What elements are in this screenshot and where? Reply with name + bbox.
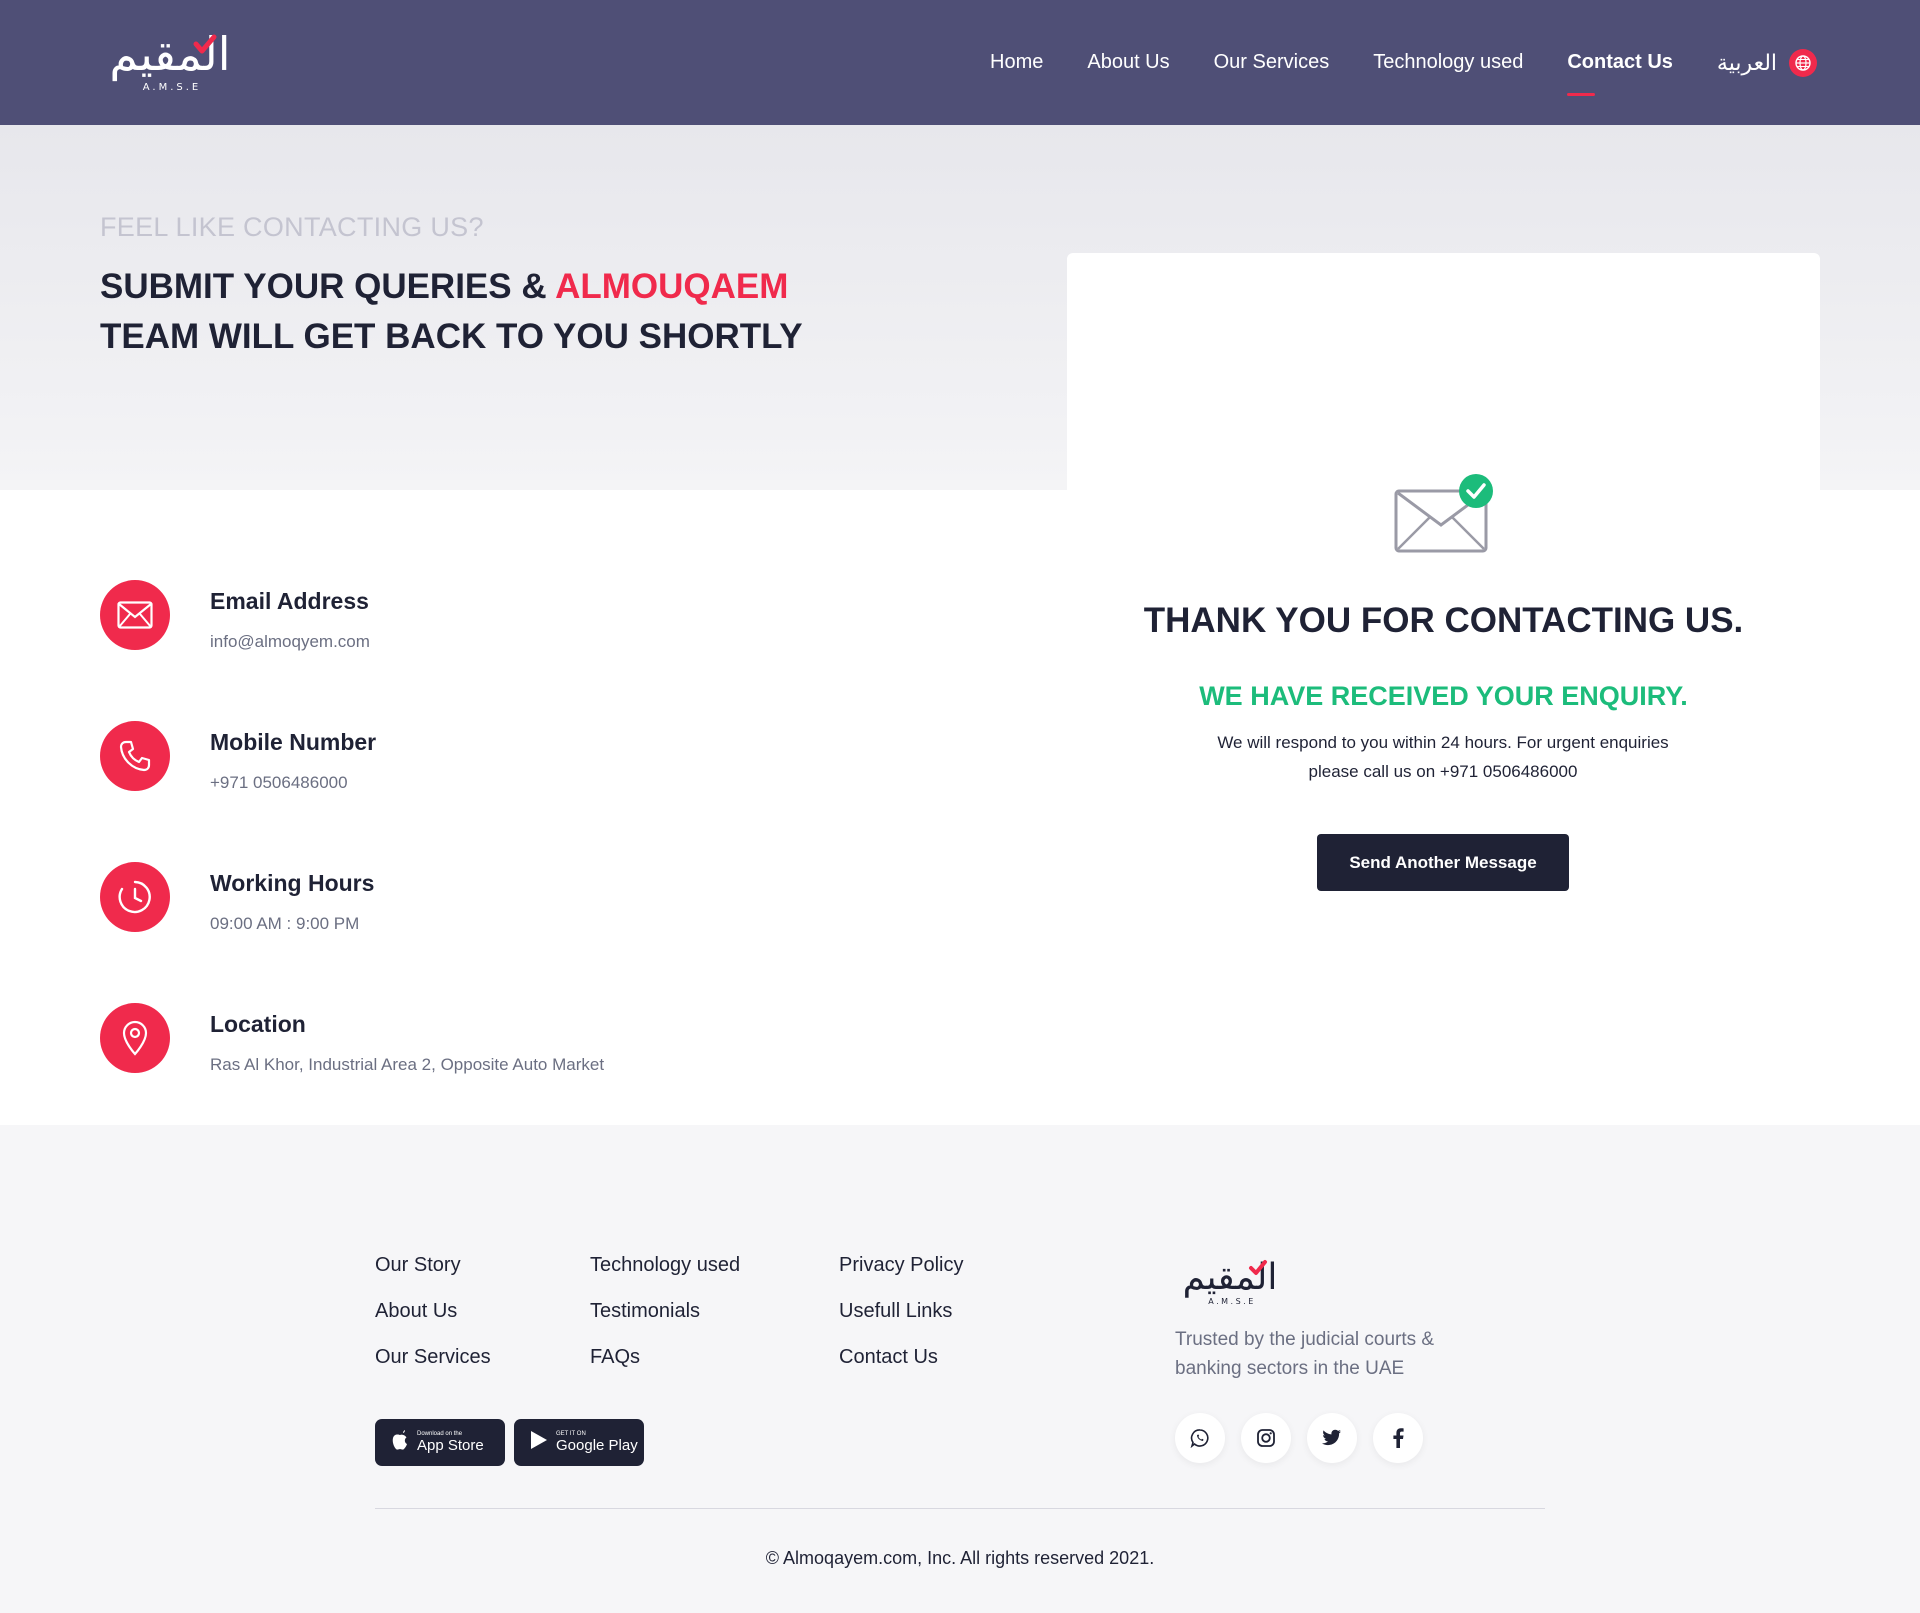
contact-email: Email Address info@almoqyem.com <box>100 580 800 660</box>
footer-link-usefull-links[interactable]: Usefull Links <box>839 1300 963 1346</box>
response-line-1: We will respond to you within 24 hours. … <box>1217 733 1669 752</box>
whatsapp-icon[interactable] <box>1175 1413 1225 1463</box>
svg-text:A.M.S.E: A.M.S.E <box>143 82 202 93</box>
headline-part-1: SUBMIT YOUR QUERIES & <box>100 267 556 306</box>
clock-icon <box>100 862 170 932</box>
footer-link-testimonials[interactable]: Testimonials <box>590 1300 740 1346</box>
send-another-message-button[interactable]: Send Another Message <box>1317 834 1569 891</box>
phone-icon <box>100 721 170 791</box>
contact-mobile: Mobile Number +971 0506486000 <box>100 721 800 801</box>
footer-link-contact-us[interactable]: Contact Us <box>839 1346 963 1392</box>
response-message: We will respond to you within 24 hours. … <box>1193 728 1693 786</box>
footer-links-col-1: Our Story About Us Our Services <box>375 1254 491 1392</box>
facebook-icon[interactable] <box>1373 1413 1423 1463</box>
footer-links-col-3: Privacy Policy Usefull Links Contact Us <box>839 1254 963 1392</box>
footer-link-faqs[interactable]: FAQs <box>590 1346 740 1392</box>
app-store-badge[interactable]: Download on the App Store <box>375 1419 505 1466</box>
footer-link-about-us[interactable]: About Us <box>375 1300 491 1346</box>
nav-technology-used[interactable]: Technology used <box>1373 51 1523 74</box>
contact-email-title: Email Address <box>210 588 369 614</box>
language-switcher[interactable]: العربية <box>1716 48 1818 77</box>
google-play-label: Google Play <box>556 1437 638 1454</box>
nav-about-us[interactable]: About Us <box>1087 51 1169 74</box>
contact-location-title: Location <box>210 1011 306 1037</box>
response-line-2: please call us on +971 0506486000 <box>1308 762 1578 781</box>
footer-link-technology-used[interactable]: Technology used <box>590 1254 740 1300</box>
contact-mobile-title: Mobile Number <box>210 729 377 755</box>
google-play-badge[interactable]: GET IT ON Google Play <box>514 1419 644 1466</box>
globe-icon <box>1789 48 1818 77</box>
brand-logo[interactable]: المقيم A.M.S.E <box>98 22 248 94</box>
contact-email-value[interactable]: info@almoqyem.com <box>210 632 370 652</box>
play-icon <box>530 1430 548 1455</box>
language-label: العربية <box>1716 49 1778 75</box>
headline-part-2: TEAM WILL GET BACK TO YOU SHORTLY <box>100 317 803 356</box>
location-pin-icon <box>100 1003 170 1073</box>
hero-eyebrow: FEEL LIKE CONTACTING US? <box>100 212 484 242</box>
contact-hours-title: Working Hours <box>210 870 375 896</box>
contact-location: Location Ras Al Khor, Industrial Area 2,… <box>100 1003 800 1083</box>
footer-link-our-services[interactable]: Our Services <box>375 1346 491 1392</box>
contact-hours-value: 09:00 AM : 9:00 PM <box>210 914 360 933</box>
nav-our-services[interactable]: Our Services <box>1214 51 1330 74</box>
thank-you-title: THANK YOU FOR CONTACTING US. <box>1143 601 1744 640</box>
nav-home[interactable]: Home <box>990 51 1043 74</box>
hero-headline: SUBMIT YOUR QUERIES & ALMOUQAEM TEAM WIL… <box>100 262 860 362</box>
headline-brand: ALMOUQAEM <box>555 267 789 306</box>
envelope-icon <box>100 580 170 650</box>
svg-text:A.M.S.E: A.M.S.E <box>1208 1297 1256 1306</box>
apple-icon <box>391 1430 409 1455</box>
footer-divider <box>375 1508 1545 1509</box>
enquiry-received: WE HAVE RECEIVED YOUR ENQUIRY. <box>1199 681 1688 711</box>
footer-tagline: Trusted by the judicial courts & banking… <box>1175 1329 1435 1379</box>
footer-logo[interactable]: المقيم A.M.S.E <box>1174 1251 1292 1307</box>
contact-location-value: Ras Al Khor, Industrial Area 2, Opposite… <box>210 1055 605 1074</box>
main-nav: Home About Us Our Services Technology us… <box>990 0 1818 125</box>
mail-check-icon <box>1392 473 1502 553</box>
twitter-icon[interactable] <box>1307 1413 1357 1463</box>
copyright: © Almoqayem.com, Inc. All rights reserve… <box>765 1548 1155 1568</box>
instagram-icon[interactable] <box>1241 1413 1291 1463</box>
logo-mark: المقيم A.M.S.E <box>109 27 230 93</box>
footer-link-our-story[interactable]: Our Story <box>375 1254 491 1300</box>
footer-logo-mark: المقيم A.M.S.E <box>1183 1257 1278 1306</box>
footer-link-privacy-policy[interactable]: Privacy Policy <box>839 1254 963 1300</box>
footer-links-col-2: Technology used Testimonials FAQs <box>590 1254 740 1392</box>
success-card: THANK YOU FOR CONTACTING US. WE HAVE REC… <box>1067 253 1820 913</box>
app-store-label: App Store <box>417 1437 484 1454</box>
nav-contact-us[interactable]: Contact Us <box>1567 51 1673 96</box>
contact-mobile-value[interactable]: +971 0506486000 <box>210 773 348 793</box>
site-header: المقيم A.M.S.E Home About Us Our Service… <box>0 0 1920 125</box>
contact-hours: Working Hours 09:00 AM : 9:00 PM <box>100 862 800 942</box>
